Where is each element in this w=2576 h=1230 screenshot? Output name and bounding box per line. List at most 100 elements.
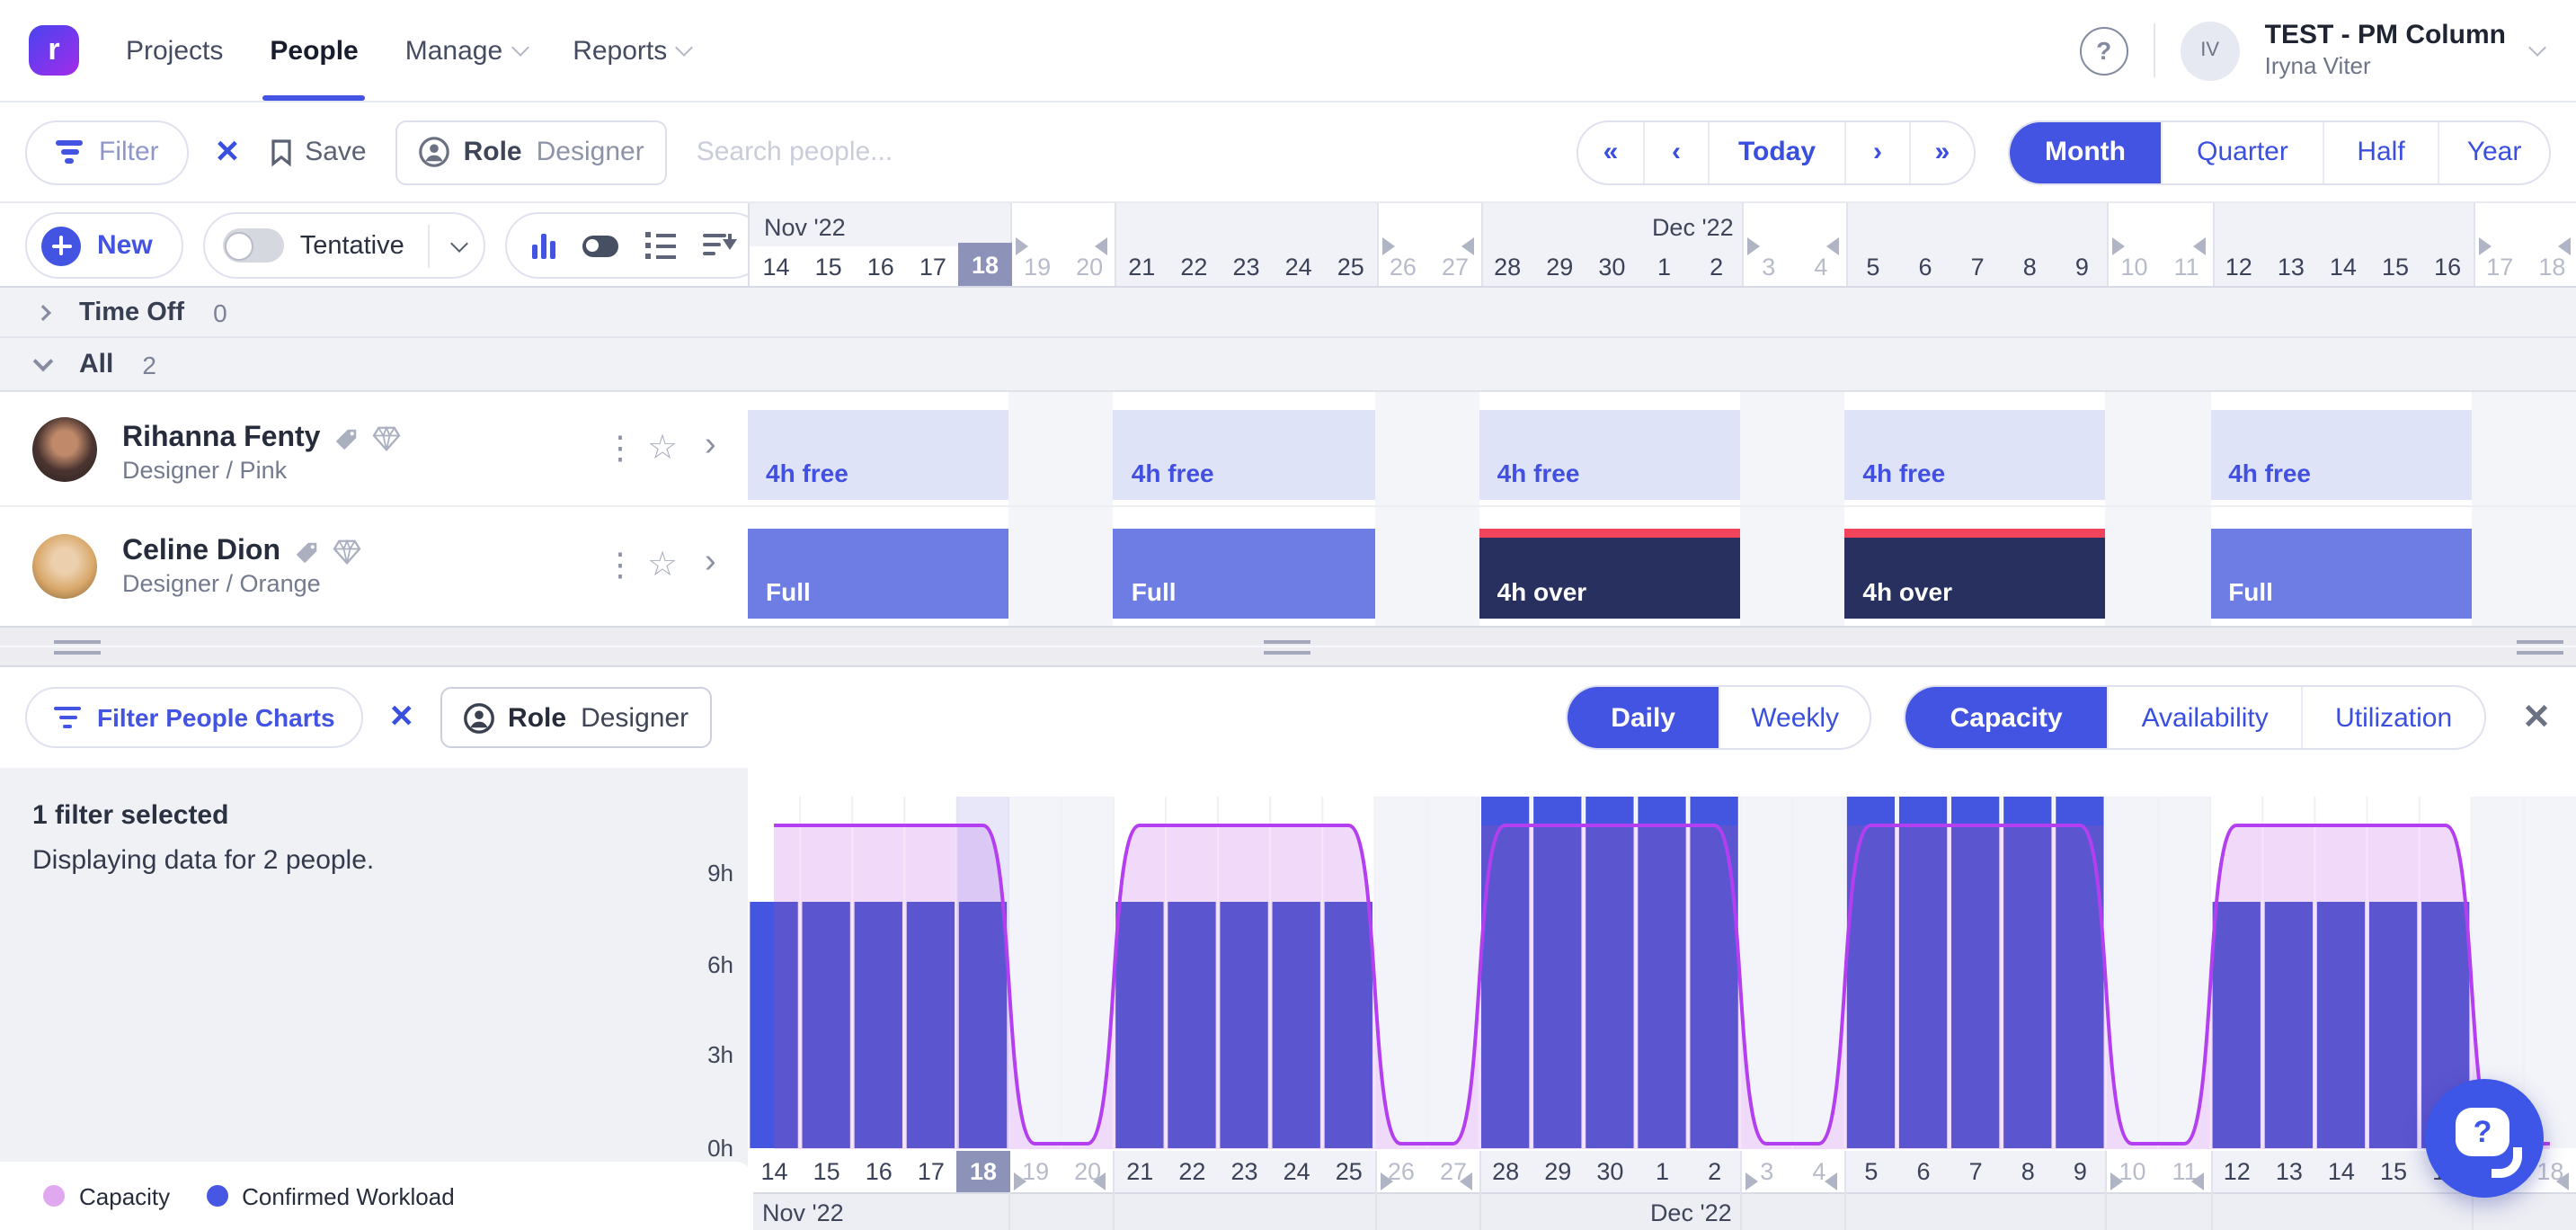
- allocation-bar-free[interactable]: 4h free: [1844, 410, 2106, 500]
- group-row-timeoff[interactable]: Time Off 0: [0, 288, 2576, 338]
- help-icon[interactable]: ?: [2080, 26, 2128, 75]
- today-cell[interactable]: 18: [956, 1151, 1009, 1192]
- day-cell[interactable]: 21: [1114, 1151, 1167, 1192]
- day-cell[interactable]: 16: [852, 1151, 905, 1192]
- day-cell[interactable]: 14: [2314, 1151, 2367, 1192]
- splitter-grip[interactable]: [54, 640, 101, 655]
- panel-splitter[interactable]: [0, 626, 2576, 667]
- day-cell[interactable]: 4: [1792, 1151, 1845, 1192]
- weekend-collapse-right-icon[interactable]: [1825, 1172, 1837, 1190]
- day-cell[interactable]: 17: [906, 246, 959, 286]
- weekend-collapse-left-icon[interactable]: [2111, 1172, 2124, 1190]
- avatar[interactable]: [32, 417, 97, 482]
- person-row[interactable]: Celine DionDesigner / Orange⋮☆›FullFull4…: [0, 507, 2576, 626]
- weekend-collapse-left-icon[interactable]: [2113, 237, 2126, 255]
- day-cell[interactable]: 12: [2212, 246, 2265, 286]
- day-cell[interactable]: 25: [1324, 246, 1377, 286]
- kebab-menu-icon[interactable]: ⋮: [604, 430, 636, 468]
- day-cell[interactable]: 12: [2210, 1151, 2263, 1192]
- allocation-bar-free[interactable]: 4h free: [1479, 410, 1741, 500]
- day-cell[interactable]: 14: [750, 246, 803, 286]
- step-back-button[interactable]: ‹: [1643, 121, 1708, 183]
- day-cell[interactable]: 6: [1899, 246, 1952, 286]
- allocation-bar-free[interactable]: 4h free: [748, 410, 1009, 500]
- user-menu-chevron-icon[interactable]: [2528, 39, 2546, 57]
- user-names[interactable]: TEST - PM Column Iryna Viter: [2265, 20, 2506, 80]
- day-cell[interactable]: 29: [1532, 1151, 1585, 1192]
- tentative-chevron-icon[interactable]: [450, 234, 468, 252]
- allocation-bar-over[interactable]: 4h over: [1844, 529, 2106, 619]
- day-cell[interactable]: 29: [1533, 246, 1586, 286]
- save-view-button[interactable]: Save: [269, 137, 366, 167]
- day-cell[interactable]: 16: [854, 246, 907, 286]
- day-cell[interactable]: 15: [802, 246, 855, 286]
- user-avatar[interactable]: IV: [2181, 21, 2240, 80]
- day-cell[interactable]: 11: [2160, 246, 2213, 286]
- today-cell[interactable]: 18: [958, 243, 1011, 286]
- day-cell[interactable]: 30: [1584, 1151, 1637, 1192]
- weekend-collapse-left-icon[interactable]: [1015, 1172, 1027, 1190]
- weekend-collapse-right-icon[interactable]: [1096, 237, 1108, 255]
- splitter-grip[interactable]: [2517, 640, 2563, 655]
- collapse-chevron-icon[interactable]: [33, 351, 54, 371]
- nav-item-projects[interactable]: Projects: [126, 0, 223, 101]
- day-cell[interactable]: 22: [1168, 246, 1221, 286]
- switch-view-icon[interactable]: [582, 235, 618, 256]
- person-row[interactable]: Rihanna FentyDesigner / Pink⋮☆›4h free4h…: [0, 392, 2576, 507]
- day-cell[interactable]: 13: [2264, 246, 2317, 286]
- avatar[interactable]: [32, 534, 97, 599]
- day-cell[interactable]: 27: [1426, 1151, 1479, 1192]
- allocation-bar-over[interactable]: 4h over: [1479, 529, 1741, 619]
- weekend-collapse-right-icon[interactable]: [1094, 1172, 1106, 1190]
- view-quarter[interactable]: Quarter: [2161, 121, 2323, 183]
- day-cell[interactable]: 2: [1690, 246, 1743, 286]
- day-cell[interactable]: 13: [2262, 1151, 2315, 1192]
- group-row-all[interactable]: All 2: [0, 338, 2576, 392]
- filter-button[interactable]: Filter: [25, 120, 190, 184]
- capacity-chart[interactable]: [748, 797, 2576, 1149]
- allocation-bar-full[interactable]: Full: [748, 529, 1009, 619]
- splitter-grip[interactable]: [1264, 640, 1310, 655]
- chart-role-chip[interactable]: Role Designer: [440, 687, 712, 748]
- star-icon[interactable]: ☆: [647, 545, 678, 586]
- day-cell[interactable]: 25: [1322, 1151, 1375, 1192]
- expand-person-chevron-icon[interactable]: ›: [705, 543, 716, 583]
- day-cell[interactable]: 7: [1950, 1151, 2003, 1192]
- nav-item-manage[interactable]: Manage: [405, 0, 526, 101]
- day-cell[interactable]: 21: [1115, 246, 1168, 286]
- day-cell[interactable]: 15: [2369, 246, 2422, 286]
- day-cell[interactable]: 9: [2054, 1151, 2107, 1192]
- allocation-bar-free[interactable]: 4h free: [2210, 410, 2472, 500]
- allocation-bar-full[interactable]: Full: [1114, 529, 1375, 619]
- step-forward-far-button[interactable]: »: [1909, 121, 1974, 183]
- timeline-header[interactable]: Nov '22Dec '2214151617181920212223242526…: [748, 203, 2576, 286]
- granularity-weekly[interactable]: Weekly: [1719, 687, 1870, 748]
- view-year[interactable]: Year: [2438, 121, 2549, 183]
- allocation-bar-free[interactable]: 4h free: [1114, 410, 1375, 500]
- day-cell[interactable]: 23: [1218, 1151, 1271, 1192]
- allocation-bar-full[interactable]: Full: [2210, 529, 2472, 619]
- weekend-collapse-right-icon[interactable]: [1460, 1172, 1472, 1190]
- step-back-far-button[interactable]: «: [1578, 121, 1643, 183]
- charts-toggle-icon[interactable]: [532, 233, 555, 258]
- day-cell[interactable]: 24: [1270, 1151, 1323, 1192]
- sort-icon[interactable]: [703, 233, 739, 258]
- brand-logo-icon[interactable]: r: [29, 25, 79, 76]
- day-cell[interactable]: 2: [1688, 1151, 1741, 1192]
- day-cell[interactable]: 22: [1166, 1151, 1219, 1192]
- weekend-collapse-right-icon[interactable]: [2192, 237, 2205, 255]
- kebab-menu-icon[interactable]: ⋮: [604, 547, 636, 584]
- day-cell[interactable]: 20: [1061, 1151, 1115, 1192]
- day-cell[interactable]: 9: [2056, 246, 2109, 286]
- metric-utilization[interactable]: Utilization: [2301, 687, 2484, 748]
- day-cell[interactable]: 28: [1479, 1151, 1532, 1192]
- weekend-collapse-left-icon[interactable]: [1745, 1172, 1758, 1190]
- clear-filter-icon[interactable]: ✕: [215, 134, 241, 170]
- weekend-collapse-right-icon[interactable]: [1826, 237, 1839, 255]
- weekend-collapse-left-icon[interactable]: [2479, 237, 2492, 255]
- clear-chart-filter-icon[interactable]: ✕: [389, 700, 415, 735]
- tentative-toggle[interactable]: [223, 228, 284, 263]
- day-cell[interactable]: 20: [1063, 246, 1116, 286]
- metric-capacity[interactable]: Capacity: [1905, 687, 2107, 748]
- weekend-collapse-right-icon[interactable]: [1461, 237, 1474, 255]
